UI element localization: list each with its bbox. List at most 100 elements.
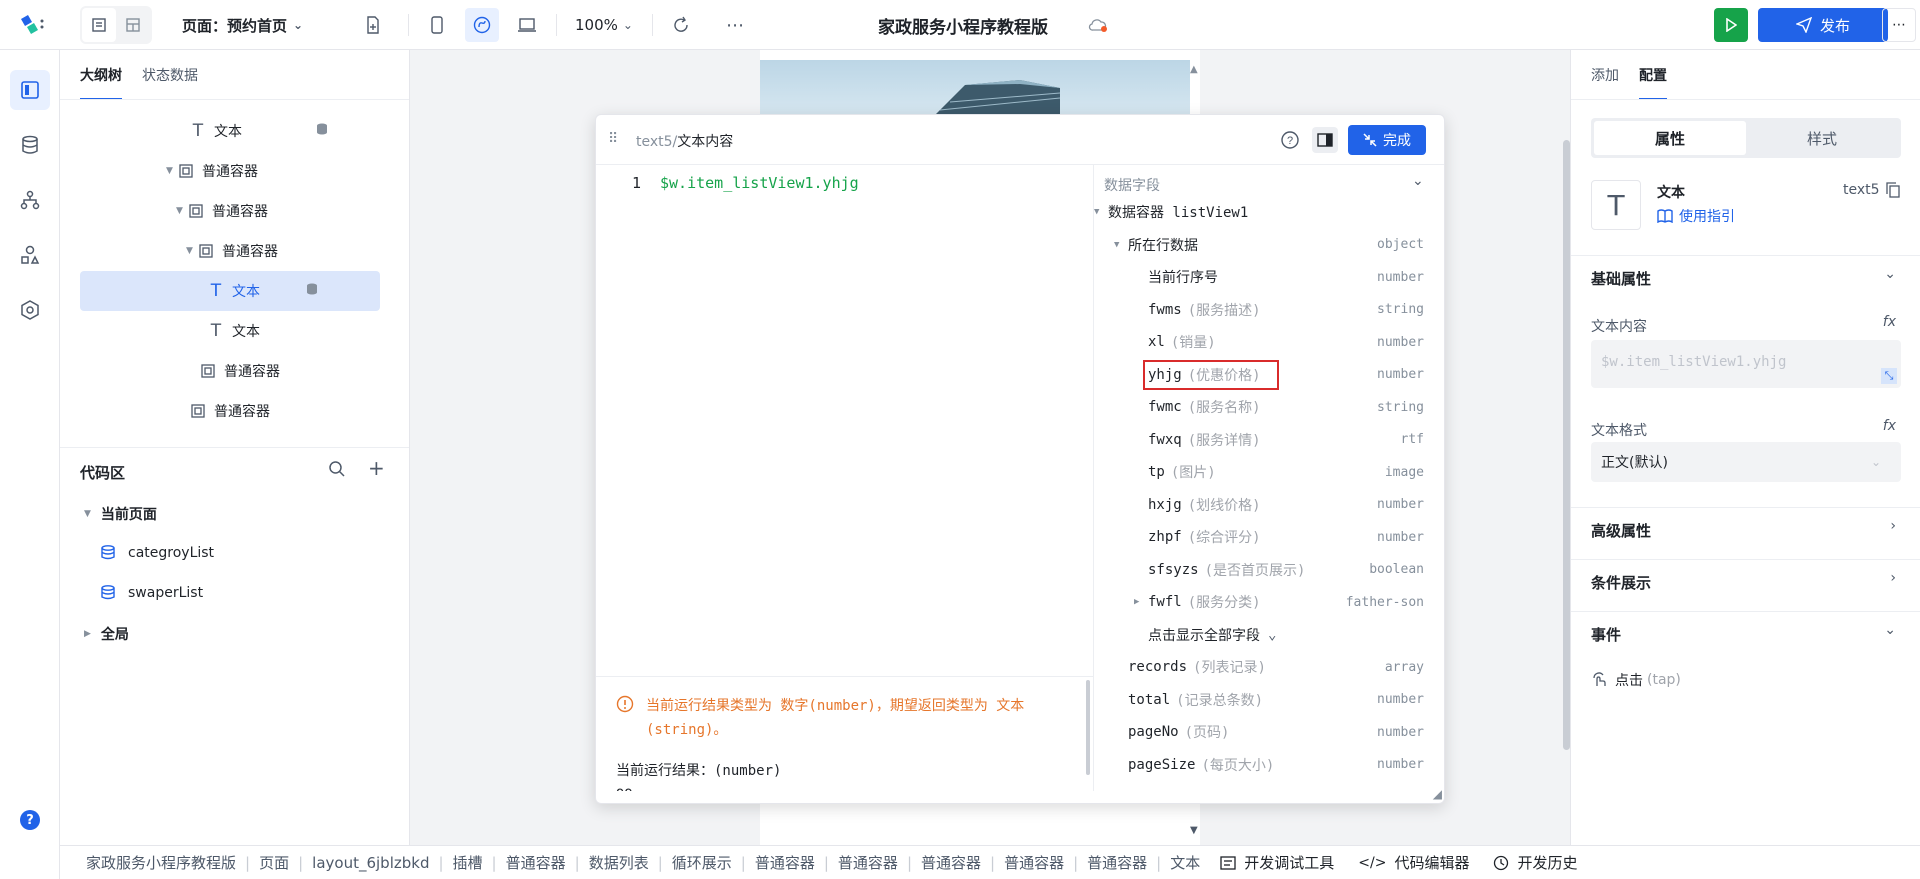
- breadcrumb-item[interactable]: 家政服务小程序教程版: [86, 852, 236, 873]
- publish-button[interactable]: 发布: [1758, 8, 1888, 42]
- help-icon[interactable]: ?: [10, 800, 50, 840]
- scroll-up-icon[interactable]: ▲: [1190, 64, 1198, 75]
- copy-icon[interactable]: [1885, 182, 1900, 198]
- tree-node-container[interactable]: ▼ 普通容器: [186, 231, 386, 271]
- dev-history-button[interactable]: 开发历史: [1493, 852, 1577, 873]
- formula-fx-icon[interactable]: fx: [1883, 314, 1896, 330]
- caret-down-icon[interactable]: ▼: [166, 166, 178, 176]
- breadcrumb-item[interactable]: 普通容器: [838, 852, 898, 873]
- new-page-icon[interactable]: [356, 8, 390, 42]
- warning-scrollbar[interactable]: [1086, 680, 1090, 775]
- data-field-row[interactable]: fwmc (服务名称) string: [1094, 391, 1424, 423]
- data-field-row[interactable]: sfsyzs (是否首页展示) boolean: [1094, 554, 1424, 586]
- outline-tree-icon[interactable]: [10, 70, 50, 110]
- canvas-scrollbar[interactable]: [1563, 140, 1570, 750]
- chevron-right-icon[interactable]: ›: [1890, 518, 1896, 534]
- breadcrumb-item[interactable]: layout_6jblzbkd: [312, 854, 429, 872]
- tree-node-container[interactable]: 普通容器: [190, 391, 350, 431]
- tree-node-text[interactable]: T 文本: [208, 311, 358, 351]
- tree-node-container[interactable]: ▼ 普通容器: [166, 151, 366, 191]
- tab-config[interactable]: 配置: [1639, 50, 1667, 100]
- data-field-row[interactable]: total (记录总条数) number: [1094, 684, 1424, 716]
- code-line[interactable]: $w.item_listView1.yhjg: [660, 174, 859, 192]
- tree-node-container[interactable]: 普通容器: [200, 351, 360, 391]
- caret-down-icon[interactable]: ▼: [1094, 207, 1099, 217]
- page-selector[interactable]: 页面：预约首页 ⌄: [182, 0, 303, 50]
- desktop-preview-icon[interactable]: [510, 8, 544, 42]
- data-field-row[interactable]: pageSize (每页大小) number: [1094, 749, 1424, 781]
- global-group[interactable]: ▶ 全局: [84, 624, 129, 644]
- tab-outline-tree[interactable]: 大纲树: [80, 50, 122, 100]
- add-icon[interactable]: +: [368, 456, 385, 480]
- data-field-row[interactable]: ▼ 所在行数据 object: [1094, 229, 1424, 261]
- code-item-swaperlist[interactable]: swaperList: [100, 584, 203, 602]
- caret-right-icon[interactable]: ▶: [1134, 597, 1139, 607]
- tree-node-text[interactable]: T 文本: [190, 111, 390, 151]
- more-menu-icon[interactable]: ⋯: [1882, 8, 1916, 42]
- current-page-group[interactable]: ▼ 当前页面: [84, 504, 157, 524]
- data-field-row[interactable]: fwxq (服务详情) rtf: [1094, 424, 1424, 456]
- guide-link[interactable]: 使用指引: [1657, 206, 1735, 226]
- caret-down-icon[interactable]: ▼: [186, 246, 198, 256]
- breadcrumb-item[interactable]: 普通容器: [921, 852, 981, 873]
- dev-tools-button[interactable]: 开发调试工具: [1220, 852, 1334, 873]
- miniprogram-preview-icon[interactable]: [465, 8, 499, 42]
- data-field-row[interactable]: hxjg (划线价格) number: [1094, 489, 1424, 521]
- toggle-panel-icon[interactable]: [1312, 127, 1338, 153]
- subtab-styles[interactable]: 样式: [1746, 121, 1898, 155]
- data-field-row[interactable]: ▶ fwfl (服务分类) father-son: [1094, 586, 1424, 618]
- scroll-down-icon[interactable]: ▼: [1190, 825, 1198, 836]
- text-content-input[interactable]: $w.item_listView1.yhjg ⤡: [1591, 340, 1901, 388]
- data-field-row[interactable]: fwms (服务描述) string: [1094, 294, 1424, 326]
- text-format-select[interactable]: 正文(默认) ⌄: [1591, 442, 1901, 482]
- breadcrumb-item[interactable]: 文本: [1170, 852, 1200, 873]
- data-field-row[interactable]: tp (图片) image: [1094, 456, 1424, 488]
- layout-view-icon[interactable]: [116, 8, 150, 42]
- refresh-icon[interactable]: [664, 8, 698, 42]
- breadcrumb-item[interactable]: 插槽: [453, 852, 483, 873]
- zoom-selector[interactable]: 100% ⌄: [575, 0, 633, 50]
- breadcrumb-item[interactable]: 普通容器: [1004, 852, 1064, 873]
- code-item-categroylist[interactable]: categroyList: [100, 544, 214, 562]
- chevron-down-icon[interactable]: ⌄: [1884, 622, 1896, 638]
- mobile-preview-icon[interactable]: [420, 8, 454, 42]
- tree-node-text-selected[interactable]: T 文本: [80, 271, 380, 311]
- outline-view-icon[interactable]: [82, 8, 116, 42]
- breadcrumb-item[interactable]: 页面: [259, 852, 289, 873]
- formula-fx-icon[interactable]: fx: [1883, 418, 1896, 434]
- chevron-down-icon[interactable]: ⌄: [1412, 173, 1424, 189]
- code-editor[interactable]: 1 $w.item_listView1.yhjg 当前运行结果类型为 数字(nu…: [596, 165, 1094, 791]
- chevron-right-icon[interactable]: ›: [1890, 570, 1896, 586]
- data-field-row[interactable]: 当前行序号 number: [1094, 261, 1424, 293]
- drag-handle-icon[interactable]: ⠿: [608, 131, 618, 147]
- tab-state-data[interactable]: 状态数据: [142, 50, 198, 100]
- data-field-row[interactable]: 点击显示全部字段 ⌄: [1094, 619, 1424, 651]
- breadcrumb-item[interactable]: 普通容器: [1087, 852, 1147, 873]
- code-editor-button[interactable]: </> 代码编辑器: [1358, 852, 1469, 873]
- tab-add[interactable]: 添加: [1591, 50, 1619, 100]
- flow-icon[interactable]: [10, 180, 50, 220]
- run-button[interactable]: [1714, 8, 1748, 42]
- resize-handle-icon[interactable]: ◢: [1433, 787, 1442, 801]
- tree-node-container[interactable]: ▼ 普通容器: [176, 191, 376, 231]
- search-icon[interactable]: [328, 460, 346, 482]
- breadcrumb-item[interactable]: 数据列表: [589, 852, 649, 873]
- chevron-down-icon[interactable]: ⌄: [1884, 266, 1896, 282]
- done-button[interactable]: 完成: [1348, 125, 1426, 155]
- breadcrumb-item[interactable]: 普通容器: [506, 852, 566, 873]
- data-field-row[interactable]: pageNo (页码) number: [1094, 716, 1424, 748]
- caret-down-icon[interactable]: ▼: [1114, 240, 1119, 250]
- data-field-row[interactable]: ▼ 数据容器 listView1: [1094, 196, 1424, 228]
- settings-hexagon-icon[interactable]: [10, 290, 50, 330]
- more-options-icon[interactable]: ⋯: [718, 8, 752, 42]
- database-icon[interactable]: [10, 125, 50, 165]
- breadcrumb-item[interactable]: 循环展示: [672, 852, 732, 873]
- expand-editor-icon[interactable]: ⤡: [1881, 368, 1897, 384]
- data-field-row[interactable]: xl (销量) number: [1094, 326, 1424, 358]
- help-circle-icon[interactable]: ?: [1280, 130, 1300, 154]
- data-field-row[interactable]: yhjg (优惠价格) number: [1094, 359, 1424, 391]
- data-field-row[interactable]: records (列表记录) array: [1094, 651, 1424, 683]
- tap-event-item[interactable]: 点击 (tap): [1591, 670, 1681, 690]
- subtab-properties[interactable]: 属性: [1594, 121, 1746, 155]
- breadcrumb-item[interactable]: 普通容器: [755, 852, 815, 873]
